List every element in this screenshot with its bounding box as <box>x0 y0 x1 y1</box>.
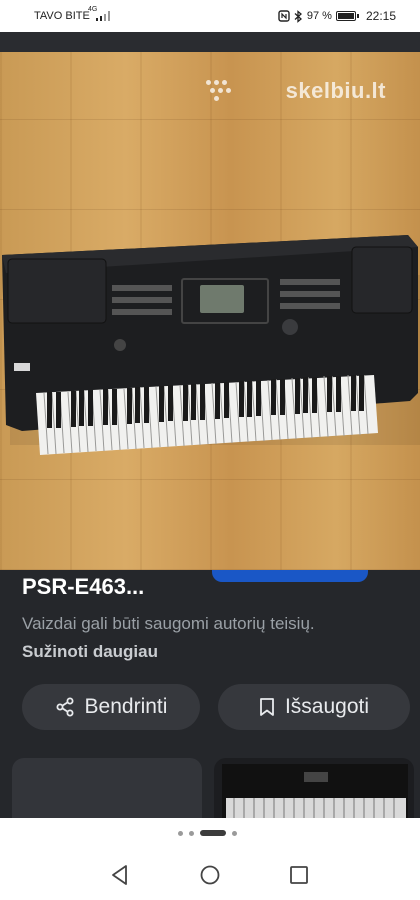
nfc-icon <box>278 10 290 22</box>
copyright-text: Vaizdai gali būti saugomi autorių teisių… <box>22 614 315 633</box>
clock: 22:15 <box>365 9 396 23</box>
page-dot[interactable] <box>178 830 183 836</box>
copyright-notice: Vaizdai gali būti saugomi autorių teisių… <box>22 610 382 666</box>
save-label: Išsaugoti <box>284 695 370 718</box>
save-button[interactable]: Išsaugoti <box>218 684 410 730</box>
related-image-thumbnail[interactable] <box>214 758 414 818</box>
page-indicator <box>178 830 237 836</box>
home-icon[interactable] <box>199 864 221 886</box>
related-image-thumbnail[interactable] <box>12 758 202 818</box>
battery-icon <box>335 11 359 21</box>
bookmark-icon <box>260 698 274 716</box>
share-icon <box>56 697 74 717</box>
page-dot-active[interactable] <box>200 830 226 836</box>
status-bar: TAVO BITE 4G 97 % 22:15 <box>0 0 420 32</box>
signal-icon <box>96 11 110 21</box>
share-button[interactable]: Bendrinti <box>22 684 200 730</box>
visit-button-edge[interactable] <box>212 570 368 582</box>
system-nav-bar <box>0 818 420 900</box>
image-title[interactable]: PSR-E463... <box>22 574 144 600</box>
keyboard-image <box>2 235 420 455</box>
keyboard-thumbnail-image <box>222 764 408 818</box>
share-label: Bendrinti <box>84 695 168 718</box>
watermark-logo-icon <box>206 80 232 102</box>
battery-percent: 97 % <box>306 10 332 22</box>
learn-more-link[interactable]: Sužinoti daugiau <box>22 642 158 661</box>
page-dot[interactable] <box>232 830 237 836</box>
carrier-name: TAVO BITE <box>34 10 90 22</box>
image-viewer[interactable]: skelbiu.lt <box>0 32 420 570</box>
bluetooth-icon <box>294 9 302 23</box>
back-icon[interactable] <box>110 864 130 886</box>
page-dot[interactable] <box>189 830 194 836</box>
watermark: skelbiu.lt <box>285 78 386 103</box>
recents-icon[interactable] <box>289 864 309 886</box>
